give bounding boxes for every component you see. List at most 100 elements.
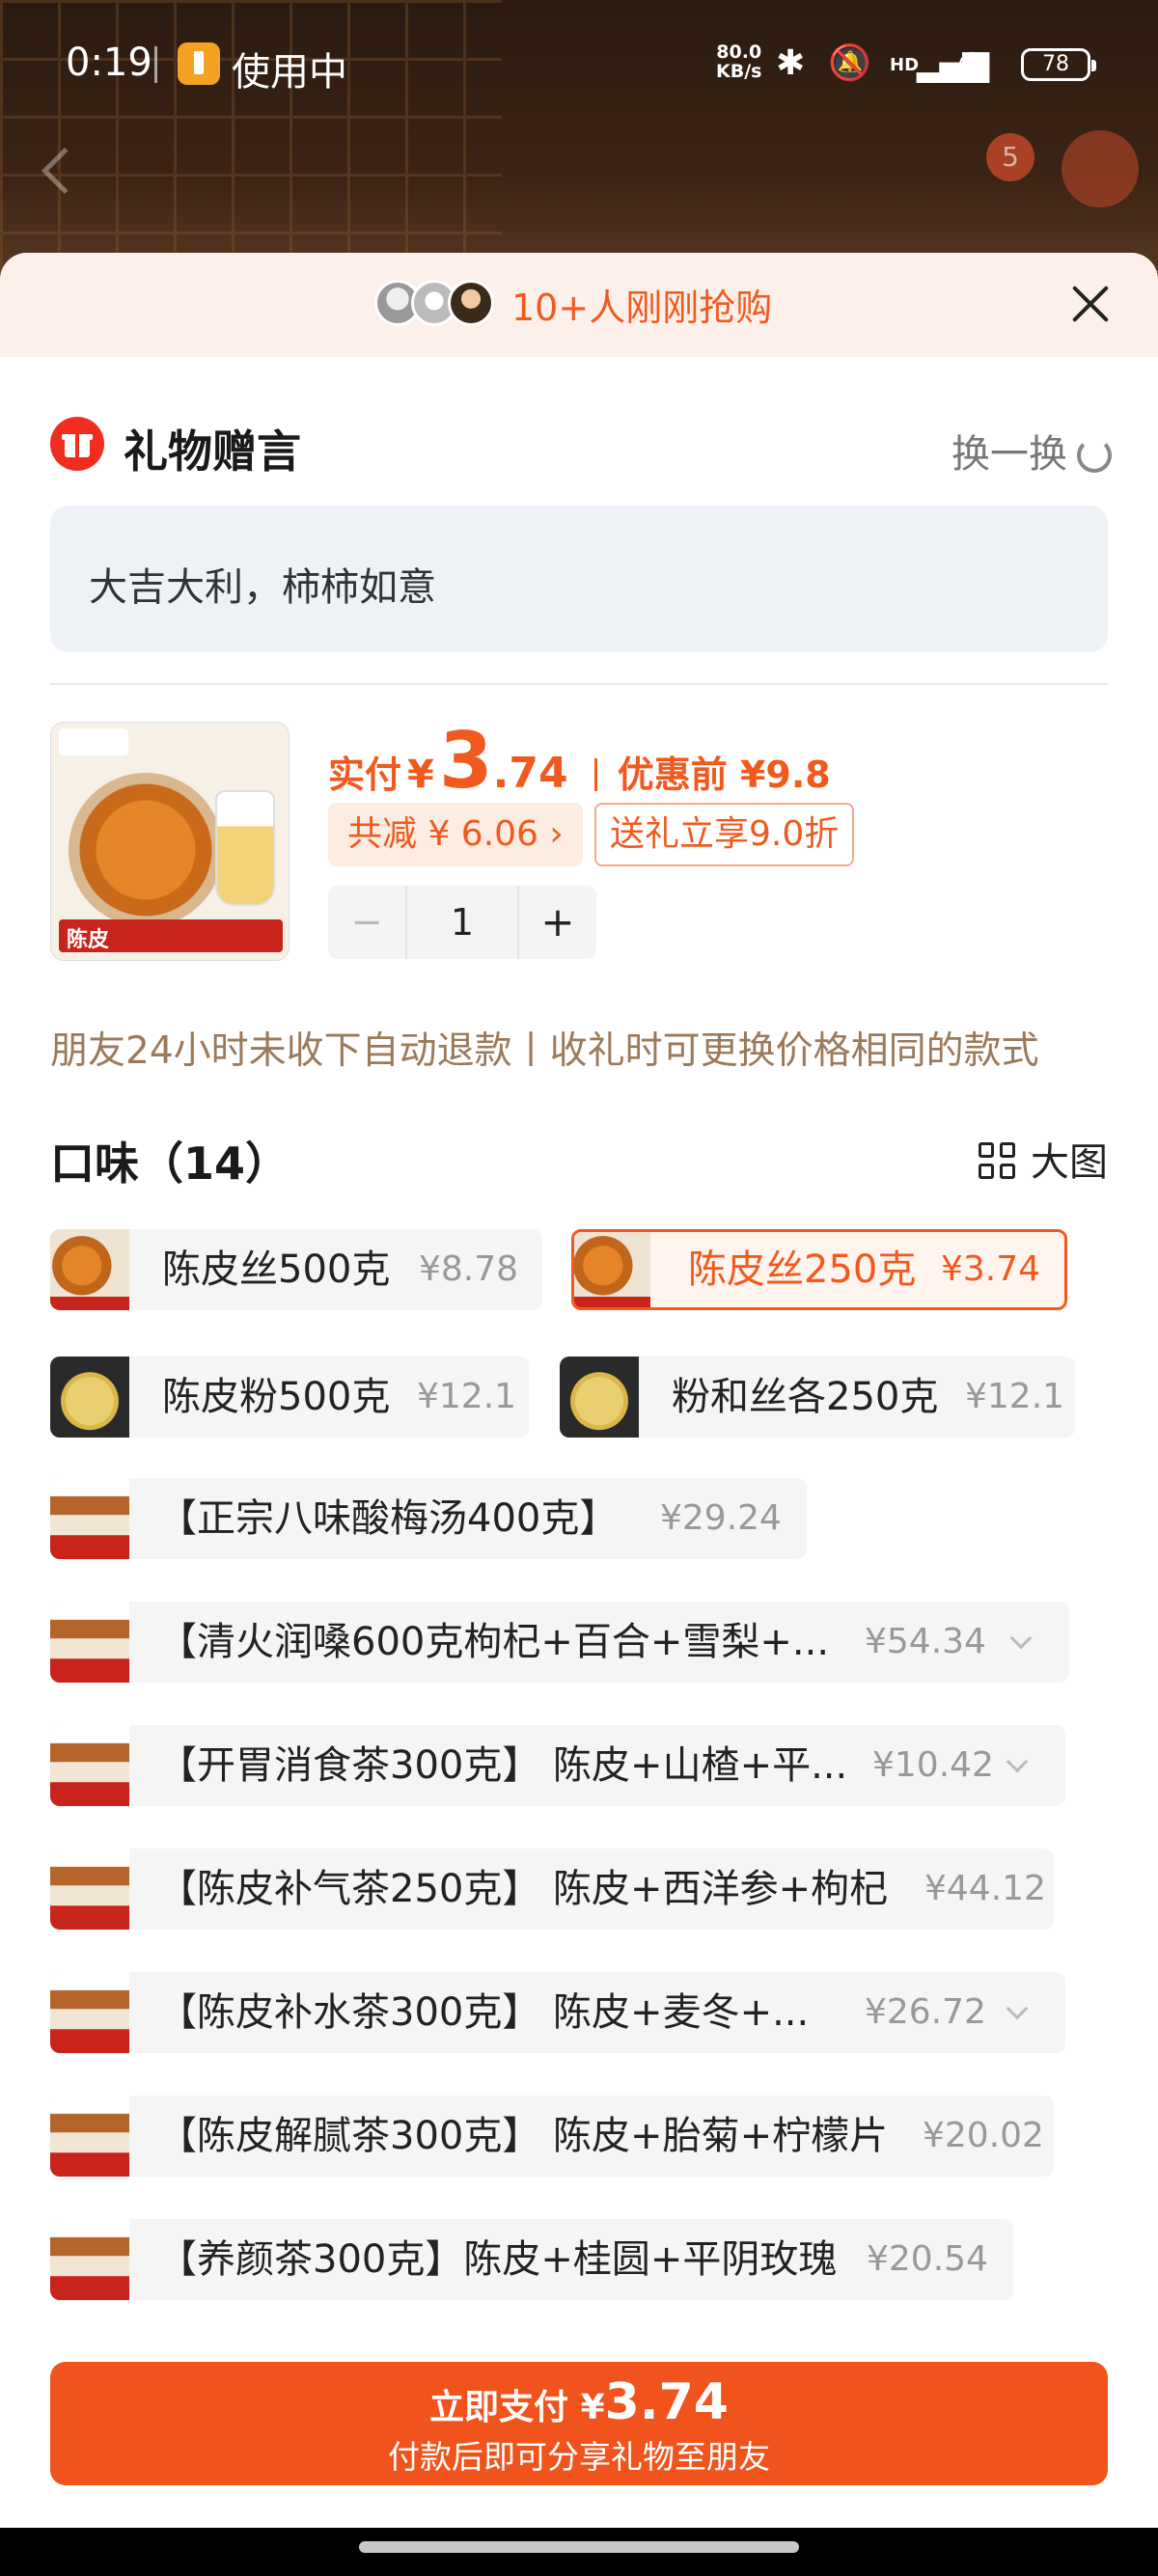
cart-icon xyxy=(1062,130,1139,207)
option-name: 【正宗八味酸梅汤400克】 xyxy=(158,1496,619,1541)
option-thumbnail xyxy=(50,1478,129,1559)
status-divider xyxy=(154,46,157,83)
flavor-option[interactable]: 陈皮丝500克 ¥8.78 xyxy=(50,1229,542,1310)
option-price: ¥26.72 xyxy=(865,1992,986,2032)
swap-button[interactable]: 换一换 xyxy=(951,423,1112,479)
network-speed-value: 80.0 xyxy=(716,41,762,63)
big-view-label: 大图 xyxy=(1031,1140,1108,1185)
product-label-strip: 陈皮 xyxy=(59,919,283,952)
network-speed-unit: KB/s xyxy=(716,61,762,82)
original-price: 优惠前 ¥9.8 xyxy=(617,754,831,796)
divider xyxy=(50,683,1108,685)
product-cup xyxy=(215,790,275,906)
option-thumbnail xyxy=(50,1725,129,1806)
pay-now-amount: 3.74 xyxy=(604,2373,729,2431)
gift-icon xyxy=(50,417,104,471)
gift-message-text: 大吉大利，柿柿如意 xyxy=(89,565,436,610)
option-thumbnail xyxy=(50,2219,129,2300)
flavor-option[interactable]: 【陈皮补水茶300克】 陈皮+麦冬+... ¥26.72 xyxy=(50,1972,1065,2053)
option-price: ¥20.02 xyxy=(923,2116,1044,2155)
wifi-icon: ◠ xyxy=(957,43,988,83)
network-speed: 80.0 KB/s xyxy=(716,42,761,81)
brand-logo xyxy=(59,728,128,755)
discount-chip[interactable]: 共减 ¥ 6.06 › xyxy=(328,803,583,866)
decrease-button[interactable]: − xyxy=(328,886,405,959)
buyers-banner: 10+人刚刚抢购 xyxy=(0,253,1158,357)
option-thumbnail xyxy=(50,1229,129,1310)
gift-message-header: 礼物赠言 换一换 xyxy=(50,415,1112,478)
price-separator xyxy=(593,758,597,791)
close-icon[interactable] xyxy=(1066,280,1115,328)
option-name: 【开胃消食茶300克】 陈皮+山楂+平... xyxy=(158,1743,848,1788)
pay-label: 实付 xyxy=(328,754,402,796)
product-image-label: 陈皮 xyxy=(67,928,110,952)
currency-symbol: ¥ xyxy=(407,753,434,797)
flavor-option[interactable]: 【养颜茶300克】陈皮+桂圆+平阴玫瑰 ¥20.54 xyxy=(50,2219,1013,2300)
option-price: ¥12.1 xyxy=(965,1377,1065,1416)
option-name: 粉和丝各250克 xyxy=(672,1375,939,1419)
refresh-icon xyxy=(1077,438,1112,473)
pay-now-line: 立即支付 ¥3.74 xyxy=(50,2373,1108,2431)
flavor-option[interactable]: 【陈皮解腻茶300克】 陈皮+胎菊+柠檬片 ¥20.02 xyxy=(50,2096,1054,2177)
option-price: ¥3.74 xyxy=(941,1249,1041,1289)
flavor-heading: 口味（14） xyxy=(50,1137,290,1190)
swap-label: 换一换 xyxy=(951,432,1067,477)
gift-message-input[interactable]: 大吉大利，柿柿如意 xyxy=(50,506,1108,652)
option-thumbnail xyxy=(50,1602,129,1683)
status-bar: 0:19 使用中 80.0 KB/s ✱ 🔕 HD ▂▄▆ ◠ 78 xyxy=(0,0,1158,125)
flavor-option[interactable]: 粉和丝各250克 ¥12.1 xyxy=(560,1357,1075,1438)
price-line: 实付 ¥ 3.74 优惠前 ¥9.8 xyxy=(328,716,831,806)
avatar xyxy=(448,280,494,326)
gift-offer-chip: 送礼立享9.0折 xyxy=(594,803,855,866)
grid-icon xyxy=(979,1142,1017,1181)
refund-notice: 朋友24小时未收下自动退款丨收礼时可更换价格相同的款式 xyxy=(50,1029,1039,1073)
product-bowl xyxy=(69,773,223,927)
option-name: 陈皮丝500克 xyxy=(162,1247,391,1292)
home-indicator[interactable] xyxy=(0,2528,1158,2576)
big-view-button[interactable]: 大图 xyxy=(979,1131,1108,1187)
option-thumbnail xyxy=(560,1357,639,1438)
option-price: ¥54.34 xyxy=(865,1622,986,1661)
option-price: ¥20.54 xyxy=(867,2239,988,2279)
option-name: 陈皮粉500克 xyxy=(162,1375,391,1419)
chevron-down-icon xyxy=(1006,1750,1029,1773)
buyer-avatars xyxy=(374,280,500,328)
chevron-down-icon xyxy=(1006,1997,1029,2020)
status-activity: 使用中 xyxy=(232,50,347,95)
increase-button[interactable]: + xyxy=(519,886,596,959)
status-time: 0:19 xyxy=(66,41,152,85)
quantity-stepper: − 1 + xyxy=(328,886,596,959)
option-price: ¥8.78 xyxy=(419,1249,519,1289)
gift-message-title: 礼物赠言 xyxy=(124,425,301,478)
quantity-input[interactable]: 1 xyxy=(405,886,519,959)
option-name: 【陈皮补水茶300克】 陈皮+麦冬+... xyxy=(158,1990,810,2035)
flavor-option[interactable]: 【陈皮补气茶250克】 陈皮+西洋参+枸杞 ¥44.12 xyxy=(50,1849,1054,1930)
option-name: 【陈皮解腻茶300克】 陈皮+胎菊+柠檬片 xyxy=(158,2114,889,2158)
gift-sheet: 10+人刚刚抢购 礼物赠言 换一换 大吉大利，柿柿如意 陈皮 实付 ¥ 3.74 … xyxy=(0,253,1158,2576)
option-price: ¥12.1 xyxy=(417,1377,517,1416)
chevron-down-icon xyxy=(1009,1627,1033,1650)
option-name: 【陈皮补气茶250克】 陈皮+西洋参+枸杞 xyxy=(158,1867,889,1911)
option-name: 【养颜茶300克】陈皮+桂圆+平阴玫瑰 xyxy=(158,2237,838,2282)
cart-badge: 5 xyxy=(986,133,1034,181)
option-price: ¥29.24 xyxy=(660,1498,782,1538)
flavor-option[interactable]: 【清火润嗓600克枸杞+百合+雪梨+... ¥54.34 xyxy=(50,1602,1069,1683)
price-integer: 3 xyxy=(438,716,493,806)
option-thumbnail xyxy=(50,1357,129,1438)
option-name: 陈皮丝250克 xyxy=(688,1247,917,1292)
pay-now-label: 立即支付 xyxy=(429,2388,569,2427)
buyers-text: 10+人刚刚抢购 xyxy=(511,287,773,329)
mute-icon: 🔕 xyxy=(828,43,871,83)
option-thumbnail xyxy=(50,1849,129,1930)
product-image[interactable]: 陈皮 xyxy=(50,722,290,961)
pay-now-subtitle: 付款后即可分享礼物至朋友 xyxy=(388,2438,770,2476)
option-thumbnail xyxy=(50,2096,129,2177)
flavor-option[interactable]: 陈皮粉500克 ¥12.1 xyxy=(50,1357,529,1438)
flavor-option[interactable]: 【正宗八味酸梅汤400克】 ¥29.24 xyxy=(50,1478,807,1559)
option-thumbnail xyxy=(50,1972,129,2053)
hd-label: HD xyxy=(890,55,920,75)
pay-now-button[interactable]: 立即支付 ¥3.74 付款后即可分享礼物至朋友 xyxy=(50,2362,1108,2485)
flavor-option-selected[interactable]: 陈皮丝250克 ¥3.74 xyxy=(571,1229,1067,1310)
flavor-option[interactable]: 【开胃消食茶300克】 陈皮+山楂+平... ¥10.42 xyxy=(50,1725,1065,1806)
option-price: ¥44.12 xyxy=(924,1869,1046,1908)
